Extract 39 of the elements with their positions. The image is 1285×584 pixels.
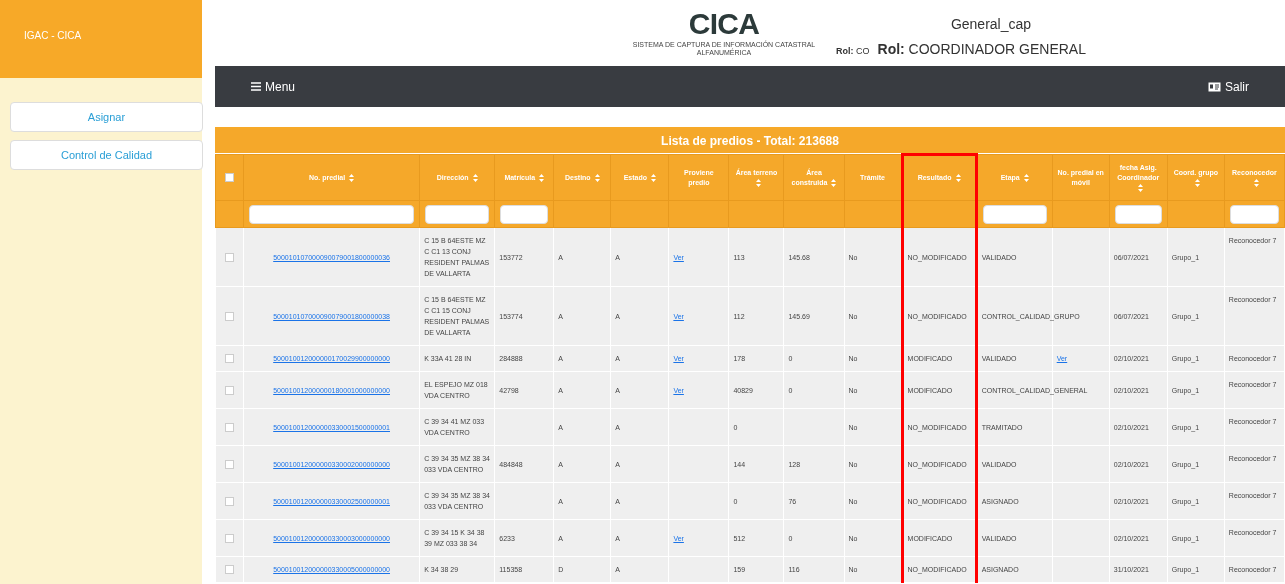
id-card-icon — [1208, 81, 1221, 92]
filter-field[interactable] — [1114, 204, 1162, 224]
user-name: General_cap — [949, 15, 1032, 34]
sort-icon[interactable] — [1137, 183, 1143, 192]
sort-icon[interactable] — [831, 178, 837, 187]
role-label: Rol: COORDINADOR GENERAL — [877, 40, 1086, 59]
checkbox[interactable] — [225, 385, 234, 395]
sort-icon[interactable] — [349, 173, 355, 182]
sort-icon[interactable] — [1253, 178, 1259, 187]
sort-icon[interactable] — [539, 173, 545, 182]
sort-icon[interactable] — [651, 173, 656, 182]
app-title: IGAC - CICA — [24, 29, 82, 43]
checkbox[interactable] — [225, 173, 234, 183]
checkbox[interactable] — [225, 496, 234, 506]
menu-icon — [251, 82, 261, 91]
filter-field[interactable] — [425, 204, 490, 224]
sort-icon[interactable] — [755, 178, 761, 187]
filter-field[interactable] — [249, 204, 415, 224]
checkbox[interactable] — [225, 354, 234, 364]
filter-field[interactable] — [500, 204, 549, 224]
checkbox[interactable] — [225, 422, 234, 432]
role-label: Rol: CO — [836, 45, 870, 58]
table-title: Lista de predios - Total: 213688 — [661, 133, 839, 150]
sort-icon[interactable] — [594, 173, 600, 182]
sort-icon[interactable] — [1023, 173, 1029, 182]
checkbox[interactable] — [225, 533, 234, 543]
sidebar-item[interactable]: Control de Calidad — [10, 140, 203, 170]
checkbox[interactable] — [225, 252, 234, 262]
sort-icon[interactable] — [1195, 178, 1201, 187]
checkbox[interactable] — [225, 311, 234, 321]
sort-icon[interactable] — [472, 173, 478, 182]
filter-field[interactable] — [982, 204, 1047, 224]
sidebar-item[interactable]: Asignar — [10, 102, 203, 132]
filter-field[interactable] — [1229, 204, 1279, 224]
logout-button[interactable]: Salir — [1208, 77, 1249, 96]
sort-icon[interactable] — [955, 174, 961, 183]
menu-button[interactable]: Menu — [251, 77, 296, 96]
checkbox[interactable] — [225, 459, 234, 469]
checkbox[interactable] — [225, 565, 234, 575]
